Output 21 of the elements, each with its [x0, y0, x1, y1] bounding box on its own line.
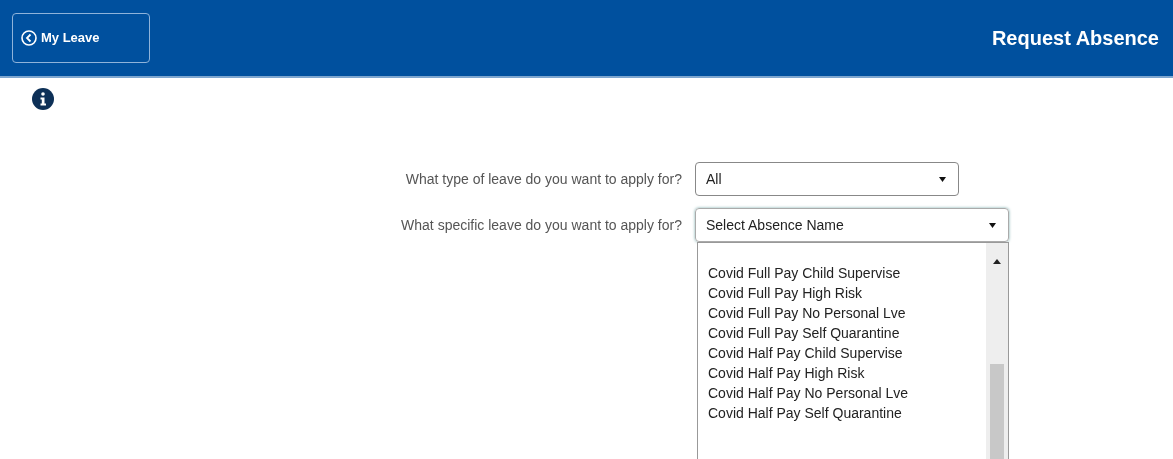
chevron-left-icon — [21, 30, 37, 46]
dropdown-option[interactable]: Covid Full Pay High Risk — [708, 283, 986, 303]
scroll-thumb[interactable] — [990, 364, 1004, 459]
dropdown-option[interactable]: Covid Full Pay Self Quarantine — [708, 323, 986, 343]
dropdown-option[interactable]: Covid Full Pay Child Supervise — [708, 263, 986, 283]
dropdown-option[interactable]: Covid Half Pay No Personal Lve — [708, 383, 986, 403]
dropdown-option[interactable]: Covid Full Pay No Personal Lve — [708, 303, 986, 323]
info-icon[interactable] — [32, 88, 54, 110]
dropdown-option[interactable]: Covid Half Pay Child Supervise — [708, 343, 986, 363]
question-label: What type of leave do you want to apply for? — [404, 169, 683, 189]
dropdown-arrow-icon — [939, 176, 946, 182]
dropdown-option[interactable]: Covid Half Pay High Risk — [708, 363, 986, 383]
select-field[interactable]: Select Absence Name — [695, 208, 1009, 242]
back-button[interactable]: My Leave — [12, 13, 150, 63]
select-field[interactable]: All — [695, 162, 959, 196]
scrollbar[interactable] — [986, 243, 1008, 459]
page-title: Request Absence — [991, 26, 1160, 51]
dropdown-option[interactable]: Covid Half Pay Self Quarantine — [708, 403, 986, 423]
scroll-up-arrow-icon[interactable] — [993, 259, 1001, 264]
dropdown-arrow-icon — [989, 222, 996, 228]
question-label: What specific leave do you want to apply for? — [400, 215, 683, 235]
